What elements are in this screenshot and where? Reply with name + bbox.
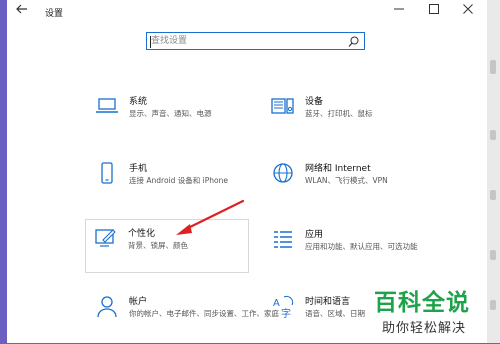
account-icon [93, 292, 121, 320]
tile-description: 背景、锁屏、颜色 [128, 241, 188, 250]
tile-description: 显示、声音、通知、电源 [129, 109, 212, 118]
tile-description: WLAN、飞行模式、VPN [305, 176, 388, 185]
desktop-background [0, 0, 7, 343]
window-title: 设置 [45, 9, 64, 19]
tile-description: 你的帐户、电子邮件、同步设置、工作、家庭 [129, 309, 279, 318]
tile-description: 语音、区域、日期 [305, 309, 365, 318]
phone-icon [93, 159, 121, 187]
search-icon[interactable] [347, 34, 360, 48]
strip-mark [490, 190, 496, 200]
watermark-subtitle: 助你轻松解决 [382, 321, 467, 336]
svg-text:字: 字 [281, 307, 291, 320]
laptop-icon [93, 92, 121, 120]
tile-accounts[interactable]: 帐户 你的帐户、电子邮件、同步设置、工作、家庭 [87, 288, 279, 344]
tile-apps[interactable]: 应用 应用和功能、默认应用、可选功能 [263, 221, 428, 277]
strip-mark [490, 60, 496, 74]
back-arrow-icon[interactable] [12, 2, 32, 22]
svg-text:A: A [273, 298, 280, 309]
search-input[interactable]: 查找设置 [146, 32, 365, 50]
close-icon[interactable] [451, 0, 485, 24]
tile-system[interactable]: 系统 显示、声音、通知、电源 [87, 88, 252, 144]
strip-mark [490, 250, 496, 260]
right-background-strip [486, 0, 500, 343]
tile-description: 应用和功能、默认应用、可选功能 [305, 242, 418, 251]
personalization-icon [92, 224, 120, 252]
devices-icon [269, 92, 297, 120]
watermark-title: 百科全说 [374, 290, 470, 316]
title-bar: 设置 [7, 0, 487, 26]
tile-title: 手机 [129, 164, 148, 174]
tile-title: 网络和 Internet [305, 164, 371, 174]
tile-description: 蓝牙、打印机、鼠标 [305, 109, 373, 118]
globe-icon [269, 159, 297, 187]
strip-mark [490, 300, 496, 310]
watermark: 百科全说 助你轻松解决 [368, 283, 486, 343]
time-language-icon: A字 [269, 292, 297, 320]
tile-description: 连接 Android 设备和 iPhone [129, 176, 228, 185]
tile-title: 系统 [129, 97, 148, 107]
tile-devices[interactable]: 设备 蓝牙、打印机、鼠标 [263, 88, 428, 144]
tile-title: 时间和语言 [305, 297, 351, 307]
tile-personalization[interactable]: 个性化 背景、锁屏、颜色 [85, 219, 249, 273]
apps-icon [269, 225, 297, 253]
tile-title: 应用 [305, 230, 324, 240]
strip-mark [490, 130, 496, 140]
maximize-icon[interactable] [417, 0, 451, 24]
search-placeholder: 查找设置 [151, 36, 188, 46]
tile-phone[interactable]: 手机 连接 Android 设备和 iPhone [87, 155, 252, 211]
tile-network[interactable]: 网络和 Internet WLAN、飞行模式、VPN [263, 155, 428, 211]
tile-title: 个性化 [128, 229, 156, 239]
tile-title: 帐户 [129, 297, 148, 307]
minimize-icon[interactable] [382, 0, 416, 24]
tile-title: 设备 [305, 97, 324, 107]
